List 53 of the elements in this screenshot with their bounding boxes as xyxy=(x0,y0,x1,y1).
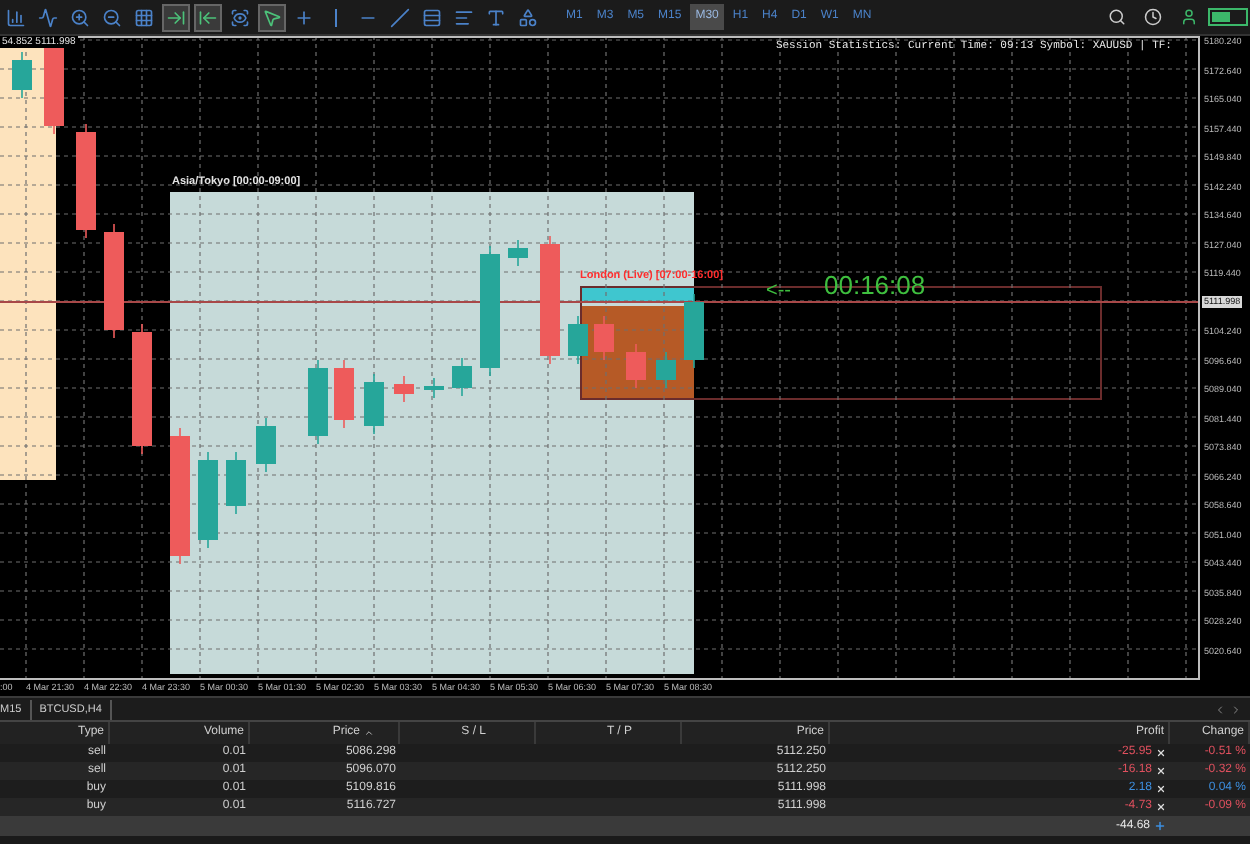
candle xyxy=(656,351,676,389)
clock-icon[interactable] xyxy=(1144,8,1162,26)
tool-button[interactable] xyxy=(162,3,190,31)
line-chart-icon xyxy=(38,7,58,27)
tool-button[interactable] xyxy=(258,3,286,31)
tool-button[interactable] xyxy=(34,3,62,31)
candle xyxy=(626,343,646,389)
fibonacci-icon xyxy=(454,7,474,27)
candle xyxy=(684,293,704,369)
sort-caret-icon xyxy=(364,728,374,738)
shapes-icon xyxy=(518,7,538,27)
zoom-in-icon xyxy=(70,7,90,27)
candle xyxy=(256,417,276,473)
candle xyxy=(394,375,414,403)
candle xyxy=(452,357,472,397)
close-icon[interactable] xyxy=(1156,802,1166,812)
candle xyxy=(226,451,246,515)
signal-bars-icon xyxy=(1208,8,1248,26)
candle xyxy=(170,427,190,565)
candle xyxy=(132,323,152,455)
add-icon[interactable] xyxy=(1154,820,1166,832)
search-icon[interactable] xyxy=(1108,8,1126,26)
candle xyxy=(540,235,560,365)
text-icon xyxy=(486,7,506,27)
tool-button[interactable] xyxy=(514,3,542,31)
crosshair-icon xyxy=(294,7,314,27)
tool-button[interactable] xyxy=(194,3,222,31)
close-icon[interactable] xyxy=(1156,766,1166,776)
cursor-icon xyxy=(262,7,282,27)
arrow-to-line-icon xyxy=(198,7,218,27)
person-icon[interactable] xyxy=(1180,8,1198,26)
grid-icon xyxy=(134,7,154,27)
candle xyxy=(308,359,328,445)
candle xyxy=(480,245,500,377)
candle xyxy=(364,373,384,435)
eye-icon xyxy=(230,7,250,27)
candle xyxy=(76,123,96,239)
candle xyxy=(508,239,528,267)
candle xyxy=(568,315,588,365)
trend-line-icon xyxy=(390,7,410,27)
bar-chart-icon xyxy=(6,7,26,27)
candle xyxy=(198,451,218,549)
channel-icon xyxy=(422,7,442,27)
arrow-to-line-icon xyxy=(166,7,186,27)
candle xyxy=(424,377,444,399)
candle xyxy=(594,315,614,361)
candle xyxy=(334,359,354,429)
close-icon[interactable] xyxy=(1156,784,1166,794)
tool-button[interactable] xyxy=(386,3,414,31)
close-icon[interactable] xyxy=(1156,748,1166,758)
zoom-out-icon xyxy=(102,7,122,27)
candle xyxy=(104,223,124,339)
candle xyxy=(12,51,32,99)
